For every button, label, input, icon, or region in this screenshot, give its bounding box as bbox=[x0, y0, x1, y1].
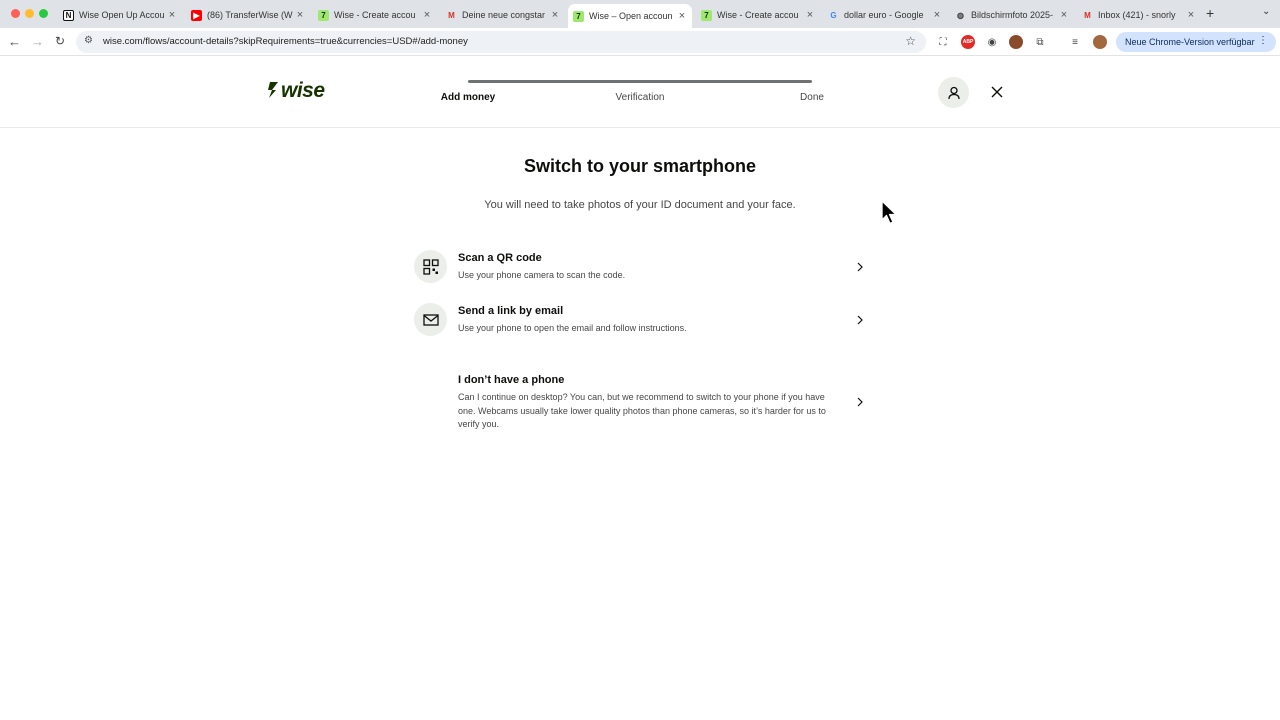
reload-icon[interactable]: ↻ bbox=[55, 34, 65, 48]
chevron-right-icon bbox=[857, 397, 863, 407]
notion-icon: N bbox=[63, 9, 74, 21]
option-description: Use your phone to open the email and fol… bbox=[458, 323, 687, 333]
close-flow-button[interactable] bbox=[988, 83, 1006, 101]
lens-icon[interactable]: ◉ bbox=[985, 35, 999, 49]
option-scan-qr[interactable]: Scan a QR code Use your phone camera to … bbox=[414, 250, 866, 284]
wise-icon: 7 bbox=[701, 9, 712, 21]
chevron-right-icon bbox=[857, 262, 863, 272]
forward-arrow-icon[interactable]: → bbox=[31, 34, 44, 49]
option-description: Use your phone camera to scan the code. bbox=[458, 270, 626, 280]
youtube-icon: ▶ bbox=[191, 9, 202, 21]
close-tab-icon[interactable]: × bbox=[549, 9, 561, 21]
browser-tab[interactable]: M Inbox (421) - snorly × bbox=[1077, 4, 1201, 26]
profile-button[interactable] bbox=[938, 77, 969, 108]
step-add-money: Add money bbox=[440, 92, 496, 103]
wise-logo[interactable]: wise bbox=[267, 78, 337, 106]
close-tab-icon[interactable]: × bbox=[166, 9, 178, 21]
browser-tab-active[interactable]: 7 Wise – Open accoun × bbox=[568, 4, 692, 28]
step-verification: Verification bbox=[615, 92, 665, 103]
mouse-cursor-icon bbox=[881, 200, 897, 225]
extensions-puzzle-icon[interactable]: ⧉ bbox=[1033, 35, 1047, 49]
media-controls-icon[interactable]: ≡ bbox=[1068, 35, 1082, 49]
adblock-icon[interactable]: ABP bbox=[961, 35, 975, 49]
close-icon bbox=[991, 86, 1003, 98]
google-icon: G bbox=[830, 10, 837, 20]
option-description: Can I continue on desktop? You can, but … bbox=[458, 392, 826, 429]
bookmark-star-icon[interactable]: ☆ bbox=[905, 34, 916, 48]
wise-logo-mark: wise bbox=[268, 79, 326, 102]
wise-icon: 7 bbox=[318, 9, 329, 21]
mail-icon bbox=[414, 303, 447, 336]
browser-tab[interactable]: ◍ Bildschirmfoto 2025- × bbox=[950, 4, 1074, 26]
page-header: wise Add money Verification Done bbox=[0, 57, 1280, 128]
tab-search-chevron-icon[interactable]: ⌄ bbox=[1262, 6, 1270, 17]
url-text[interactable]: wise.com/flows/account-details?skipRequi… bbox=[103, 36, 468, 47]
window-maximize-button[interactable] bbox=[39, 9, 48, 18]
gmail-icon: M bbox=[448, 10, 455, 20]
svg-text:wise: wise bbox=[281, 79, 325, 100]
close-tab-icon[interactable]: × bbox=[421, 9, 433, 21]
step-done: Done bbox=[800, 92, 824, 103]
new-tab-icon[interactable]: + bbox=[1206, 5, 1214, 21]
browser-tab[interactable]: G dollar euro - Google × bbox=[823, 4, 947, 26]
cookie-extension-icon[interactable] bbox=[1009, 35, 1023, 49]
more-vert-icon: ⋮ bbox=[1258, 35, 1268, 46]
page-subtitle: You will need to take photos of your ID … bbox=[484, 199, 796, 211]
close-tab-icon[interactable]: × bbox=[804, 9, 816, 21]
browser-tab[interactable]: M Deine neue congstar × bbox=[441, 4, 565, 26]
chrome-update-button[interactable]: Neue Chrome-Version verfügbar ⋮ bbox=[1116, 32, 1276, 52]
close-tab-icon[interactable]: × bbox=[676, 10, 688, 22]
close-tab-icon[interactable]: × bbox=[931, 9, 943, 21]
option-title: Scan a QR code bbox=[458, 252, 542, 264]
qr-code-icon bbox=[414, 250, 447, 283]
site-settings-icon[interactable]: ⚙ bbox=[84, 35, 93, 46]
browser-toolbar: ← → ↻ ⚙ wise.com/flows/account-details?s… bbox=[0, 28, 1280, 56]
browser-tab-strip: N Wise Open Up Accou × ▶ (86) TransferWi… bbox=[0, 0, 1280, 28]
window-close-button[interactable] bbox=[11, 9, 20, 18]
option-title: I don’t have a phone bbox=[458, 374, 565, 386]
back-arrow-icon[interactable]: ← bbox=[8, 34, 21, 49]
option-no-phone[interactable]: I don’t have a phone Can I continue on d… bbox=[414, 374, 866, 434]
progress-track bbox=[468, 80, 812, 83]
close-tab-icon[interactable]: × bbox=[1058, 9, 1070, 21]
page-title: Switch to your smartphone bbox=[523, 156, 757, 176]
browser-tab[interactable]: ▶ (86) TransferWise (W × bbox=[186, 4, 310, 26]
option-send-email[interactable]: Send a link by email Use your phone to o… bbox=[414, 303, 866, 337]
browser-tab[interactable]: N Wise Open Up Accou × bbox=[58, 4, 182, 26]
person-icon bbox=[947, 86, 960, 99]
option-title: Send a link by email bbox=[458, 305, 564, 317]
wise-icon: 7 bbox=[573, 10, 584, 22]
close-tab-icon[interactable]: × bbox=[1185, 9, 1197, 21]
address-bar[interactable]: ⚙ wise.com/flows/account-details?skipReq… bbox=[76, 31, 926, 53]
browser-tab[interactable]: 7 Wise - Create accou × bbox=[313, 4, 437, 26]
globe-icon: ◍ bbox=[957, 10, 964, 20]
chevron-right-icon bbox=[857, 315, 863, 325]
browser-tab[interactable]: 7 Wise - Create accou × bbox=[696, 4, 820, 26]
close-tab-icon[interactable]: × bbox=[294, 9, 306, 21]
window-minimize-button[interactable] bbox=[25, 9, 34, 18]
profile-avatar[interactable] bbox=[1093, 35, 1107, 49]
gmail-icon: M bbox=[1084, 10, 1091, 20]
screenshot-icon[interactable]: ⛶ bbox=[936, 35, 950, 49]
